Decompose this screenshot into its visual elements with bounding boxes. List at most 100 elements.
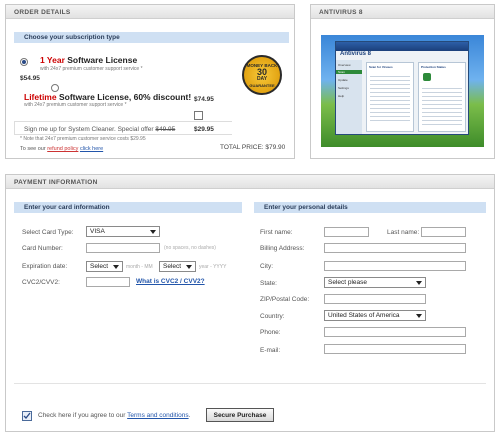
app-sidebar-item: Settings bbox=[338, 86, 349, 90]
chevron-down-icon bbox=[113, 265, 119, 269]
app-panel-1-lines bbox=[370, 73, 410, 123]
city-label: City: bbox=[260, 263, 273, 270]
refund-policy-link[interactable]: refund policy bbox=[47, 146, 78, 152]
city-input[interactable] bbox=[324, 261, 466, 271]
option-1year-price: $54.95 bbox=[20, 75, 40, 82]
country-select[interactable]: United States of America bbox=[324, 310, 426, 321]
app-sidebar: Overview Scan Update Settings Help bbox=[336, 60, 362, 134]
chevron-down-icon bbox=[150, 230, 156, 234]
app-sidebar-item: Help bbox=[338, 94, 345, 98]
payment-header: PAYMENT INFORMATION bbox=[6, 175, 494, 189]
order-details-header: ORDER DETAILS bbox=[6, 5, 294, 19]
click-here-link[interactable]: click here bbox=[80, 146, 103, 152]
app-sidebar-item: Scan bbox=[336, 70, 362, 74]
first-name-input[interactable] bbox=[324, 227, 369, 237]
agree-checkbox[interactable] bbox=[22, 411, 32, 421]
app-panel-2-title: Protection Status bbox=[421, 65, 446, 69]
card-number-hint: (no spaces, no dashes) bbox=[164, 245, 216, 251]
card-type-label: Select Card Type: bbox=[22, 229, 74, 236]
expiration-label: Expiration date: bbox=[22, 263, 68, 270]
antivirus-header: ANTIVIRUS 8 bbox=[311, 5, 494, 19]
expiration-month-select[interactable]: Select bbox=[86, 261, 123, 272]
billing-address-label: Billing Address: bbox=[260, 245, 305, 252]
app-sidebar-item: Overview bbox=[338, 63, 351, 67]
payment-panel: PAYMENT INFORMATION Enter your card info… bbox=[5, 174, 495, 432]
expiration-year-value: Select bbox=[163, 263, 182, 270]
option-lifetime-title: Lifetime Software License, 60% discount! bbox=[24, 92, 191, 102]
option-lifetime-emph: Lifetime bbox=[24, 92, 57, 102]
phone-input[interactable] bbox=[324, 327, 466, 337]
first-name-label: First name: bbox=[260, 229, 293, 236]
cvc-help-link[interactable]: What is CVC2 / CVV2? bbox=[136, 278, 205, 285]
expiration-month-hint: month - MM bbox=[126, 264, 153, 270]
card-number-input[interactable] bbox=[86, 243, 160, 253]
option-1year-desc: with 24x7 premium customer support servi… bbox=[40, 66, 143, 72]
option-1year-title: 1 Year Software License bbox=[40, 55, 137, 65]
app-titlebar bbox=[336, 42, 468, 51]
app-name: Antivirus 8 bbox=[340, 51, 372, 57]
system-cleaner-old-price: $49.95 bbox=[155, 126, 176, 133]
personal-section-header: Enter your personal details bbox=[254, 202, 486, 213]
badge-line-3: DAY bbox=[256, 76, 268, 82]
card-section-header: Enter your card information bbox=[14, 202, 242, 213]
system-cleaner-price: $29.95 bbox=[194, 126, 214, 133]
expiration-month-value: Select bbox=[90, 263, 109, 270]
email-input[interactable] bbox=[324, 344, 466, 354]
antivirus-panel: ANTIVIRUS 8 Antivirus 8 Overview Scan Up… bbox=[310, 4, 495, 159]
card-type-select[interactable]: VISA bbox=[86, 226, 160, 237]
zip-label: ZIP/Postal Code: bbox=[260, 296, 310, 303]
agree-suffix: . bbox=[188, 412, 191, 419]
zip-input[interactable] bbox=[324, 294, 426, 304]
refund-prefix: To see our bbox=[20, 146, 46, 152]
option-lifetime-price: $74.95 bbox=[194, 96, 214, 103]
card-type-value: VISA bbox=[90, 228, 105, 235]
cvc-input[interactable] bbox=[86, 277, 130, 287]
option-1year-rest: Software License bbox=[64, 55, 138, 65]
phone-label: Phone: bbox=[260, 329, 281, 336]
system-cleaner-text: Sign me up for System Cleaner. Special o… bbox=[24, 126, 175, 133]
state-select[interactable]: Select please bbox=[324, 277, 426, 288]
state-label: State: bbox=[260, 280, 277, 287]
shield-icon bbox=[423, 73, 431, 81]
premium-support-note: * Note that 24x7 premium customer servic… bbox=[20, 136, 146, 142]
option-lifetime-rest: Software License, 60% discount! bbox=[56, 92, 192, 102]
chevron-down-icon bbox=[186, 265, 192, 269]
terms-link[interactable]: Terms and conditions bbox=[127, 412, 188, 419]
app-panel-1-title: Scan for Viruses bbox=[369, 65, 393, 69]
subscription-subheader: Choose your subscription type bbox=[14, 32, 289, 43]
order-details-panel: ORDER DETAILS Choose your subscription t… bbox=[5, 4, 295, 159]
checkmark-icon bbox=[23, 412, 31, 419]
expiration-year-hint: year - YYYY bbox=[199, 264, 227, 270]
last-name-label: Last name: bbox=[387, 229, 420, 236]
option-1year-radio[interactable] bbox=[20, 58, 28, 66]
agree-prefix: Check here if you agree to our bbox=[38, 412, 126, 419]
cvc-label: CVC2/CVV2: bbox=[22, 279, 60, 286]
app-panel-2: Protection Status bbox=[418, 62, 466, 132]
expiration-year-select[interactable]: Select bbox=[159, 261, 196, 272]
country-value: United States of America bbox=[328, 312, 400, 319]
app-panel-2-lines bbox=[422, 85, 462, 125]
total-price: TOTAL PRICE: $79.90 bbox=[220, 144, 286, 151]
app-window: Antivirus 8 Overview Scan Update Setting… bbox=[335, 41, 469, 135]
country-label: Country: bbox=[260, 313, 285, 320]
app-sidebar-item: Update bbox=[338, 78, 348, 82]
refund-text: To see our refund policy click here bbox=[20, 146, 103, 152]
product-screenshot: Antivirus 8 Overview Scan Update Setting… bbox=[321, 35, 484, 147]
billing-address-input[interactable] bbox=[324, 243, 466, 253]
last-name-input[interactable] bbox=[421, 227, 466, 237]
system-cleaner-checkbox[interactable] bbox=[194, 111, 203, 120]
email-label: E-mail: bbox=[260, 347, 281, 354]
badge-line-4: GUARANTEE bbox=[249, 83, 275, 88]
chevron-down-icon bbox=[416, 314, 422, 318]
agree-row bbox=[14, 383, 486, 384]
chevron-down-icon bbox=[416, 281, 422, 285]
option-lifetime-radio[interactable] bbox=[51, 84, 59, 92]
agree-text: Check here if you agree to our Terms and… bbox=[38, 412, 190, 419]
state-value: Select please bbox=[328, 279, 368, 286]
option-1year-emph: 1 Year bbox=[40, 55, 65, 65]
system-cleaner-label: Sign me up for System Cleaner. Special o… bbox=[24, 126, 154, 133]
card-number-label: Card Number: bbox=[22, 245, 63, 252]
app-panel-1: Scan for Viruses bbox=[366, 62, 414, 132]
option-lifetime-desc: with 24x7 premium customer support servi… bbox=[24, 102, 127, 108]
secure-purchase-button[interactable]: Secure Purchase bbox=[206, 408, 274, 422]
